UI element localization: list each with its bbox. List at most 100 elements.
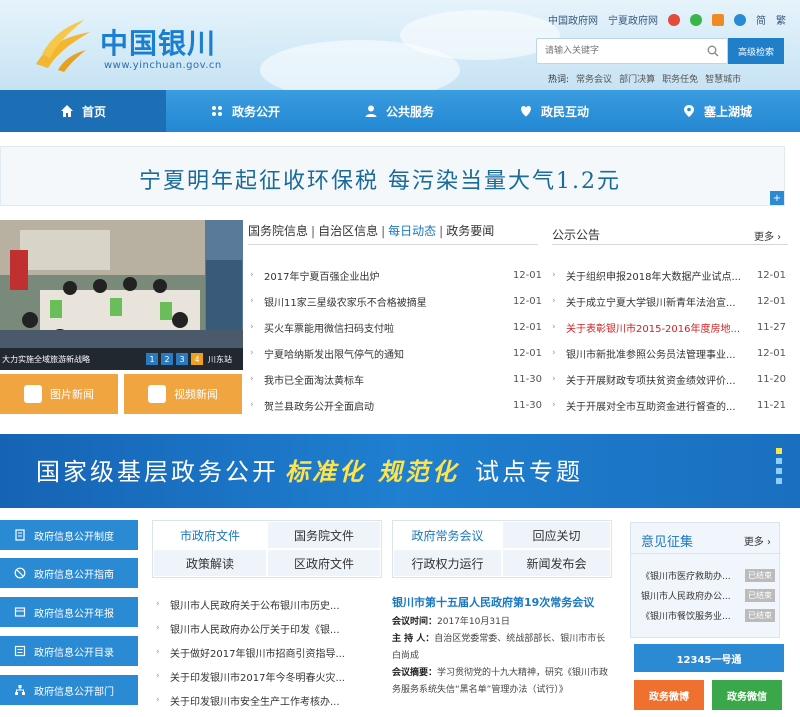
gov-weibo-button[interactable]: 政务微博 — [634, 680, 704, 710]
notice-item-date: 11-20 — [756, 373, 786, 385]
menu-departments[interactable]: 政府信息公开部门 — [0, 675, 138, 705]
list-item[interactable]: › 银川市人民政府办公厅关于印发《银... — [156, 616, 378, 640]
news-date: 12-01 — [512, 295, 542, 307]
menu-annual-report[interactable]: 政府信息公开年报 — [0, 597, 138, 627]
list-item[interactable]: › 贺兰县政务公开全面启动 11-30 — [250, 392, 542, 418]
lang-simplified[interactable]: 简 — [756, 12, 766, 27]
menu-catalog[interactable]: 政府信息公开目录 — [0, 636, 138, 666]
tab-state-council[interactable]: 国务院信息 — [248, 222, 308, 239]
list-item[interactable]: › 银川市新批准参照公务员法管理事业... 12-01 — [552, 340, 786, 366]
picture-icon — [24, 385, 42, 403]
site-header: 中国银川 www.yinchuan.gov.cn 中国政府网 宁夏政府网 简 繁… — [0, 0, 800, 90]
divider — [248, 244, 538, 245]
arrow-icon: › — [156, 695, 160, 705]
logo-text[interactable]: 中国银川 — [100, 22, 216, 62]
logo-url: www.yinchuan.gov.cn — [104, 60, 222, 71]
video-news-label: 视频新闻 — [174, 388, 218, 401]
list-item[interactable]: › 关于成立宁夏大学银川新青年法治宣... 12-01 — [552, 288, 786, 314]
news-date: 11-30 — [512, 399, 542, 411]
tab-region[interactable]: 自治区信息 — [318, 222, 378, 239]
banner-dot[interactable] — [776, 448, 782, 454]
list-item[interactable]: › 关于印发银川市安全生产工作考核办... — [156, 688, 378, 712]
tab-executive-meeting[interactable]: 政府常务会议 — [393, 521, 502, 549]
list-item[interactable]: 《银川市医疗救助办... 已结束 — [641, 569, 781, 582]
doc-tabs: 市政府文件 国务院文件 政策解读 区政府文件 — [152, 520, 382, 578]
lang-traditional[interactable]: 繁 — [776, 12, 786, 27]
list-item[interactable]: › 银川市人民政府关于公布银川市历史... — [156, 592, 378, 616]
list-item[interactable]: › 宁夏哈纳斯发出限气停气的通知 12-01 — [250, 340, 542, 366]
link-central-gov[interactable]: 中国政府网 — [548, 12, 598, 27]
meeting-title[interactable]: 银川市第十五届人民政府第19次常务会议 — [392, 594, 594, 610]
nav-interaction[interactable]: 政民互动 — [474, 90, 634, 132]
list-item[interactable]: › 关于组织申报2018年大数据产业试点... 12-01 — [552, 262, 786, 288]
arrow-icon: › — [552, 374, 556, 384]
carousel-dot[interactable]: 1 — [146, 353, 158, 365]
banner-dots — [776, 448, 782, 484]
list-item[interactable]: › 买火车票能用微信扫码支付啦 12-01 — [250, 314, 542, 340]
arrow-icon: › — [156, 647, 160, 657]
hot-word[interactable]: 常务会议 — [576, 72, 612, 85]
arrow-icon: › — [250, 322, 254, 332]
tab-gov-news[interactable]: 政务要闻 — [446, 222, 494, 239]
carousel-dot-active[interactable]: 4 — [191, 353, 203, 365]
hot-word[interactable]: 部门决算 — [619, 72, 655, 85]
hotline-button[interactable]: 12345一号通 — [634, 644, 784, 672]
mail-icon[interactable] — [712, 13, 724, 26]
link-ningxia-gov[interactable]: 宁夏政府网 — [608, 12, 658, 27]
search-input[interactable] — [537, 39, 697, 63]
list-item[interactable]: 银川市人民政府办公... 已结束 — [641, 589, 781, 602]
video-news-button[interactable]: 视频新闻 — [124, 374, 242, 414]
accessibility-icon[interactable] — [734, 13, 746, 26]
headline-banner[interactable]: 宁夏明年起征收环保税 每污染当量大气1.2元 + — [0, 146, 785, 206]
tab-daily[interactable]: 每日动态 — [388, 222, 436, 239]
list-item[interactable]: › 关于开展财政专项扶贫资金绩效评价... 11-20 — [552, 366, 786, 392]
tab-city-docs[interactable]: 市政府文件 — [153, 521, 267, 549]
tab-press[interactable]: 新闻发布会 — [502, 549, 611, 577]
search-icon[interactable] — [707, 45, 719, 57]
picture-news-label: 图片新闻 — [50, 388, 94, 401]
arrow-icon: › — [250, 374, 254, 384]
banner-headline: 宁夏明年起征收环保税 每污染当量大气1.2元 — [139, 169, 621, 194]
menu-disclosure-system[interactable]: 政府信息公开制度 — [0, 520, 138, 550]
tab-response[interactable]: 回应关切 — [502, 521, 611, 549]
news-date: 11-30 — [512, 373, 542, 385]
special-topic-banner[interactable]: 国家级基层政务公开 标准化 规范化 试点专题 — [0, 434, 800, 508]
weibo-icon[interactable] — [668, 13, 680, 26]
nav-label: 政民互动 — [540, 104, 589, 119]
list-item[interactable]: › 关于开展对全市互助资金进行督查的... 11-21 — [552, 392, 786, 418]
advanced-search-button[interactable]: 高级检索 — [728, 38, 784, 64]
list-item[interactable]: › 银川11家三星级农家乐不合格被摘星 12-01 — [250, 288, 542, 314]
banner-dot[interactable] — [776, 458, 782, 464]
arrow-icon: › — [552, 400, 556, 410]
tab-admin-power[interactable]: 行政权力运行 — [393, 549, 502, 577]
tab-region-docs[interactable]: 区政府文件 — [267, 549, 381, 577]
list-item[interactable]: › 我市已全面淘汰黄标车 11-30 — [250, 366, 542, 392]
top-links: 中国政府网 宁夏政府网 简 繁 — [548, 12, 786, 27]
gov-wechat-button[interactable]: 政务微信 — [712, 680, 782, 710]
carousel-dot[interactable]: 2 — [161, 353, 173, 365]
news-title: 我市已全面淘汰黄标车 — [264, 375, 364, 387]
expand-icon[interactable]: + — [770, 191, 784, 205]
opinion-more-link[interactable]: 更多 › — [744, 533, 771, 548]
nav-gov-affairs[interactable]: 政务公开 — [166, 90, 324, 132]
list-item[interactable]: › 关于印发银川市2017年今冬明春火灾... — [156, 664, 378, 688]
tab-state-docs[interactable]: 国务院文件 — [267, 521, 381, 549]
hot-word[interactable]: 职务任免 — [662, 72, 698, 85]
carousel-dot[interactable]: 3 — [176, 353, 188, 365]
list-item[interactable]: 《银川市餐饮服务业... 已结束 — [641, 609, 781, 622]
nav-lake-city[interactable]: 塞上湖城 — [634, 90, 800, 132]
list-item[interactable]: › 2017年宁夏百强企业出炉 12-01 — [250, 262, 542, 288]
picture-news-button[interactable]: 图片新闻 — [0, 374, 118, 414]
banner-dot[interactable] — [776, 478, 782, 484]
photo-carousel[interactable]: 大力实施全域旅游新战略 1 2 3 4 川东站 — [0, 220, 243, 370]
hot-word[interactable]: 智慧城市 — [705, 72, 741, 85]
banner-dot[interactable] — [776, 468, 782, 474]
wechat-icon[interactable] — [690, 13, 702, 26]
notice-more-link[interactable]: 更多 › — [754, 228, 781, 243]
menu-disclosure-guide[interactable]: 政府信息公开指南 — [0, 558, 138, 588]
list-item[interactable]: › 关于做好2017年银川市招商引资指导... — [156, 640, 378, 664]
nav-home[interactable]: 首页 — [0, 90, 166, 132]
nav-public-service[interactable]: 公共服务 — [324, 90, 474, 132]
list-item[interactable]: › 关于表彰银川市2015-2016年度房地... 11-27 — [552, 314, 786, 340]
tab-policy[interactable]: 政策解读 — [153, 549, 267, 577]
